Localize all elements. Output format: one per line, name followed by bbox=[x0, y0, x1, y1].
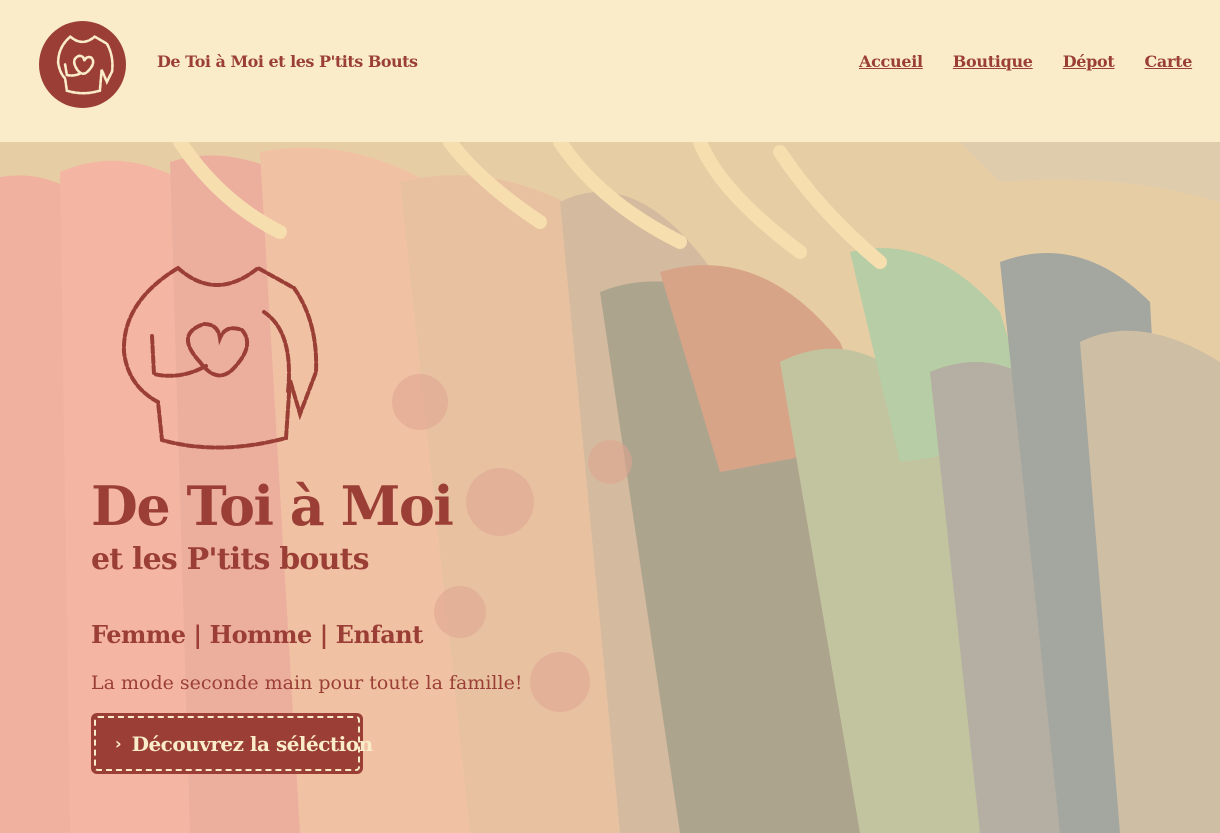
site-title[interactable]: De Toi à Moi et les P'tits Bouts bbox=[157, 52, 418, 71]
nav-link-depot[interactable]: Dépot bbox=[1063, 52, 1115, 71]
nav-link-accueil[interactable]: Accueil bbox=[859, 52, 923, 71]
cta-label: Découvrez la séléction bbox=[131, 731, 374, 756]
logo[interactable] bbox=[39, 21, 126, 108]
discover-selection-button[interactable]: › Découvrez la séléction bbox=[91, 713, 373, 774]
nav-link-boutique[interactable]: Boutique bbox=[953, 52, 1033, 71]
hero-subtitle: et les P'tits bouts bbox=[91, 542, 370, 577]
main-nav: Accueil Boutique Dépot Carte bbox=[859, 52, 1192, 71]
hero-tagline: La mode seconde main pour toute la famil… bbox=[91, 672, 523, 694]
chevron-right-icon: › bbox=[115, 734, 122, 753]
hero-categories: Femme | Homme | Enfant bbox=[91, 620, 423, 649]
hero-title: De Toi à Moi bbox=[91, 474, 454, 538]
site-header: De Toi à Moi et les P'tits Bouts Accueil… bbox=[0, 0, 1220, 142]
hero-section: De Toi à Moi et les P'tits bouts Femme |… bbox=[0, 142, 1220, 833]
nav-link-carte[interactable]: Carte bbox=[1145, 52, 1193, 71]
hero-logo bbox=[121, 265, 319, 450]
